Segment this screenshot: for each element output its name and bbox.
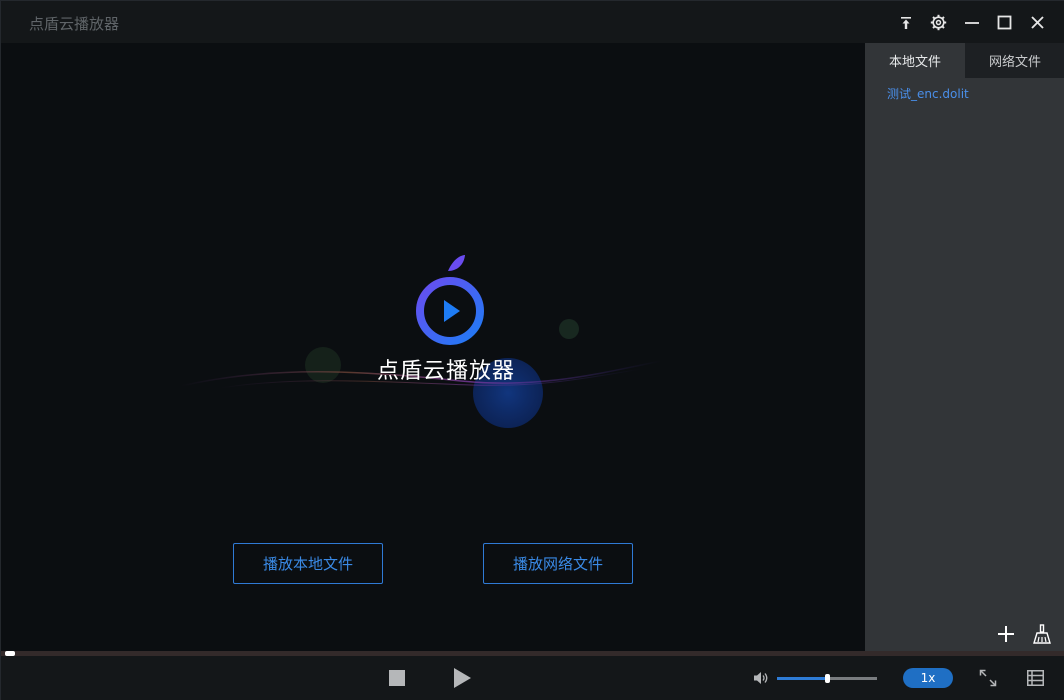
play-button[interactable] xyxy=(450,666,474,690)
volume-button[interactable] xyxy=(752,669,770,687)
panel-tabs: 本地文件 网络文件 xyxy=(865,43,1064,78)
clear-list-button[interactable] xyxy=(1031,623,1053,645)
play-icon xyxy=(454,668,471,688)
settings-button[interactable] xyxy=(925,9,952,36)
play-network-file-button[interactable]: 播放网络文件 xyxy=(483,543,633,584)
gear-icon xyxy=(930,14,947,31)
plus-icon xyxy=(998,626,1014,642)
player-window: 点盾云播放器 点盾云播放器 播放本地文件 播放网络文件 本地文件 网络文件 测试… xyxy=(0,0,1064,700)
list-item[interactable]: 测试_enc.dolit xyxy=(887,85,969,102)
broom-icon xyxy=(1033,624,1051,644)
video-area[interactable]: 点盾云播放器 播放本地文件 播放网络文件 xyxy=(1,43,865,651)
window-controls xyxy=(892,9,1051,36)
volume-level xyxy=(777,677,827,680)
add-file-button[interactable] xyxy=(995,623,1017,645)
playlist-panel: 本地文件 网络文件 测试_enc.dolit xyxy=(865,43,1064,651)
fullscreen-icon xyxy=(979,669,997,687)
speaker-icon xyxy=(754,672,768,684)
app-title: 点盾云播放器 xyxy=(29,15,120,33)
maximize-icon xyxy=(997,15,1012,30)
title-bar[interactable]: 点盾云播放器 xyxy=(1,1,1064,43)
minimize-icon xyxy=(964,21,979,24)
close-icon xyxy=(1031,16,1044,29)
panel-actions xyxy=(995,623,1053,645)
pin-icon xyxy=(900,16,911,29)
bokeh-green-small xyxy=(559,319,579,339)
app-logo xyxy=(416,255,484,345)
splash-title: 点盾云播放器 xyxy=(376,359,515,384)
splash-graphic xyxy=(180,255,662,428)
tab-local-files[interactable]: 本地文件 xyxy=(865,43,965,78)
volume-slider[interactable] xyxy=(777,674,877,683)
playlist-toggle-button[interactable] xyxy=(1025,668,1045,688)
fullscreen-button[interactable] xyxy=(978,668,998,688)
minimize-button[interactable] xyxy=(958,9,985,36)
tab-network-files[interactable]: 网络文件 xyxy=(965,43,1064,78)
close-button[interactable] xyxy=(1024,9,1051,36)
stop-button[interactable] xyxy=(387,668,407,688)
play-local-file-button[interactable]: 播放本地文件 xyxy=(233,543,383,584)
volume-knob[interactable] xyxy=(825,674,830,683)
control-bar: 1x xyxy=(1,656,1064,700)
stop-icon xyxy=(389,670,405,686)
maximize-button[interactable] xyxy=(991,9,1018,36)
list-icon xyxy=(1026,670,1044,686)
playback-speed-button[interactable]: 1x xyxy=(903,668,953,688)
bokeh-green-large xyxy=(305,347,341,383)
pin-button[interactable] xyxy=(892,9,919,36)
